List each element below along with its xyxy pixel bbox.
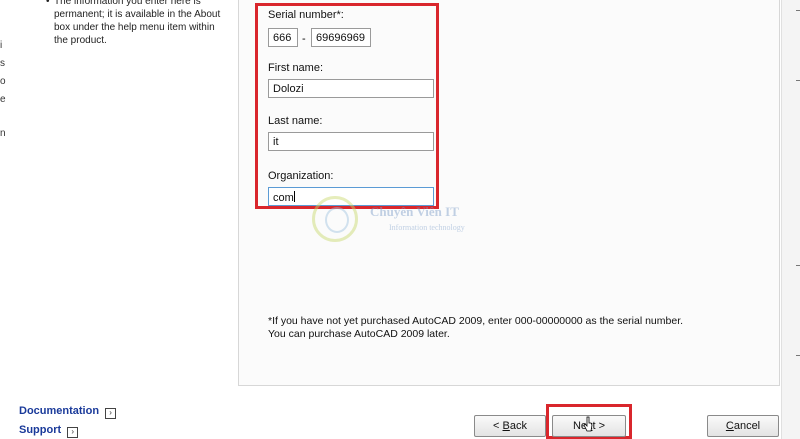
sidebar: • The information you enter here is perm… — [10, 0, 238, 439]
mouse-pointer-icon — [583, 416, 593, 432]
watermark-logo-icon — [312, 196, 358, 242]
text-caret — [293, 191, 295, 202]
serial-footnote: *If you have not yet purchased AutoCAD 2… — [268, 315, 684, 340]
documentation-link[interactable]: Documentation › — [19, 405, 117, 419]
watermark: Chuyên Viên IT Information technology — [312, 196, 522, 246]
arrow-right-icon: › — [67, 427, 79, 438]
watermark-subtitle: Information technology — [389, 223, 465, 232]
sidebar-note-text: The information you enter here is perman… — [54, 0, 221, 46]
first-name-label: First name: — [268, 62, 324, 74]
organization-value: com — [273, 192, 294, 204]
background-window-edge-right — [781, 0, 800, 439]
cancel-button[interactable]: Cancel — [707, 415, 779, 437]
watermark-name: Chuyên Viên IT — [370, 204, 459, 219]
support-link-label: Support — [19, 424, 62, 436]
background-window-edge: i s o e n — [0, 0, 10, 439]
back-button[interactable]: < Back — [474, 415, 546, 437]
serial-number-input[interactable]: 69696969 — [311, 28, 371, 47]
arrow-right-icon: › — [105, 408, 117, 419]
serial-number-label: Serial number*: — [268, 9, 344, 21]
serial-separator: - — [302, 33, 306, 45]
sidebar-note: • The information you enter here is perm… — [46, 0, 229, 47]
support-link[interactable]: Support › — [19, 424, 79, 438]
last-name-label: Last name: — [268, 115, 323, 127]
organization-label: Organization: — [268, 170, 334, 182]
first-name-input[interactable]: Dolozi — [268, 79, 434, 98]
last-name-input[interactable]: it — [268, 132, 434, 151]
serial-prefix-input[interactable]: 666 — [268, 28, 298, 47]
bullet-icon: • — [46, 0, 50, 7]
documentation-link-label: Documentation — [19, 405, 100, 417]
